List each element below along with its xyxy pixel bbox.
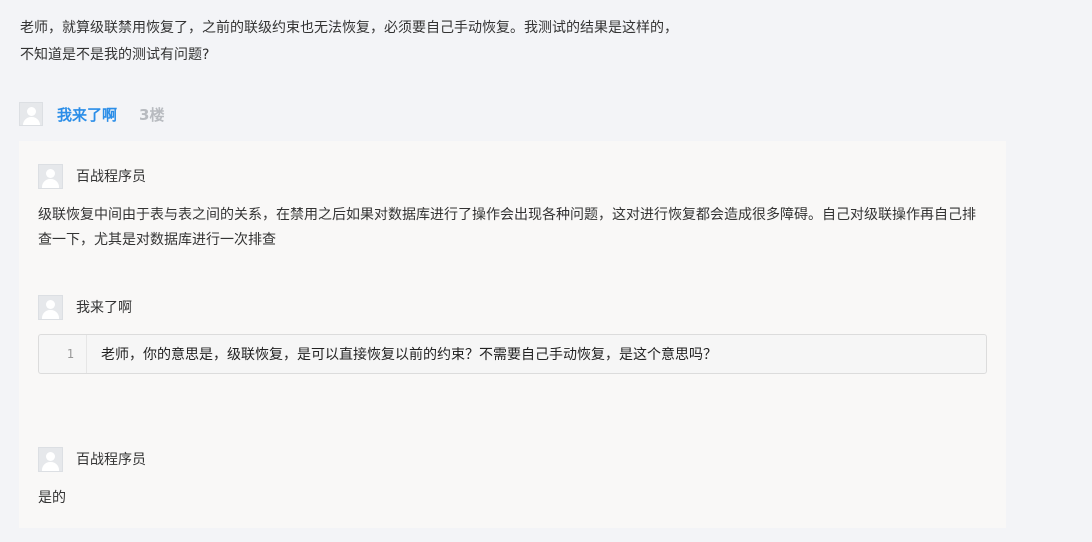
reply-author-name[interactable]: 我来了啊 (76, 297, 132, 317)
question-line: 老师，就算级联禁用恢复了，之前的联级约束也无法恢复，必须要自己手动恢复。我测试的… (20, 20, 678, 36)
avatar[interactable] (19, 102, 43, 126)
forum-thread: 老师，就算级联禁用恢复了，之前的联级约束也无法恢复，必须要自己手动恢复。我测试的… (0, 0, 1092, 542)
avatar[interactable] (38, 446, 63, 472)
reply-text: 是的 (38, 490, 66, 506)
reply-author-name[interactable]: 百战程序员 (76, 449, 146, 469)
question-line: 不知道是不是我的测试有问题? (20, 47, 210, 63)
avatar[interactable] (38, 163, 63, 189)
reply-author-name[interactable]: 百战程序员 (76, 166, 146, 186)
avatar[interactable] (38, 294, 63, 320)
code-line: 老师，你的意思是，级联恢复，是可以直接恢复以前的约束？不需要自己手动恢复，是这个… (101, 347, 717, 363)
floor-header: 我来了啊 3楼 (19, 100, 164, 128)
reply-author: 百战程序员 (38, 446, 146, 472)
reply-author: 我来了啊 (38, 294, 132, 320)
floor-number: 3楼 (139, 105, 165, 124)
floor-username-link[interactable]: 我来了啊 (57, 104, 117, 125)
code-block: 1 老师，你的意思是，级联恢复，是可以直接恢复以前的约束？不需要自己手动恢复，是… (38, 334, 987, 374)
question-text: 老师，就算级联禁用恢复了，之前的联级约束也无法恢复，必须要自己手动恢复。我测试的… (20, 15, 1020, 69)
reply-author: 百战程序员 (38, 163, 146, 189)
reply-text: 级联恢复中间由于表与表之间的关系，在禁用之后如果对数据库进行了操作会出现各种问题… (38, 207, 976, 248)
reply-list: 百战程序员 级联恢复中间由于表与表之间的关系，在禁用之后如果对数据库进行了操作会… (19, 141, 1006, 528)
code-line-number: 1 (39, 335, 87, 373)
